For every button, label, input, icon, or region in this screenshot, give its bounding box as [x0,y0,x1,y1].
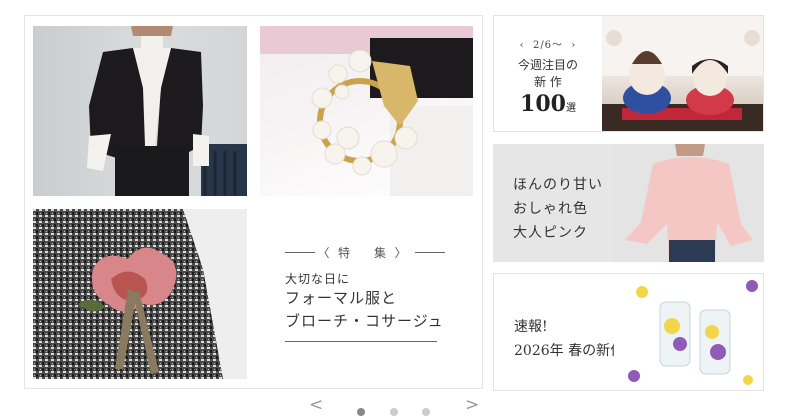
pager-dot-2[interactable] [390,408,398,416]
pager-dot-1[interactable] [357,408,365,416]
hina-dolls-drawing [602,16,763,131]
feature-title-line1: フォーマル服と [285,289,398,307]
label-bracket-right: 〉 [394,246,413,260]
next-arrow-icon[interactable]: > [465,395,479,415]
corsage-image [33,209,247,379]
pink-knit-image [613,144,764,262]
brooch-photo[interactable] [260,26,473,196]
jacket-photo[interactable] [33,26,247,196]
feature-title-line2: ブローチ・コサージュ [285,312,444,330]
pink-card-line1: ほんのり甘い [513,177,603,193]
count-unit: 選 [565,103,576,114]
feature-label: 特 集 [337,246,392,260]
label-rule-left [285,252,315,253]
date-prev-icon: ‹ [519,40,525,51]
corsage-photo[interactable] [33,209,247,379]
new-arrivals-text: ‹ 2/6〜 › 今週注目の 新 作 100選 [494,16,602,131]
new-arrivals-card[interactable]: ‹ 2/6〜 › 今週注目の 新 作 100選 [493,15,764,132]
new-arrivals-line2: 新 作 [534,75,562,89]
jacket-image [87,26,247,196]
feature-underline [285,341,437,342]
prev-arrow-icon[interactable]: < [309,395,323,415]
flower-bottles-drawing [614,274,763,390]
date-range: ‹ 2/6〜 › [494,36,602,51]
feature-label-row: 〈 特 集 〉 [285,244,445,261]
carousel-pager: < > [305,395,485,416]
pager-dot-3[interactable] [422,408,430,416]
spring-news-card[interactable]: 速報! 2026年 春の新作 [493,273,764,391]
spring-news-text: 速報! 2026年 春の新作 [514,315,624,363]
count-number: 100 [520,91,566,117]
new-arrivals-line1: 今週注目の [517,58,578,72]
pink-card-line2: おしゃれ色 [513,201,588,217]
label-bracket-left: 〈 [317,246,336,260]
flower-bottles-image [614,274,763,390]
date-label: 2/6〜 [532,40,564,51]
feature-text-block[interactable]: 〈 特 集 〉 大切な日に フォーマル服と ブローチ・コサージュ [285,244,445,354]
pink-feature-card[interactable]: ほんのり甘い おしゃれ色 大人ピンク [493,144,764,262]
spring-news-line2: 2026年 春の新作 [514,343,625,359]
pink-knit-drawing [613,144,764,262]
label-rule-right [414,252,445,253]
hina-dolls-image [602,16,763,131]
spring-news-line1: 速報! [514,319,548,335]
pink-card-text: ほんのり甘い おしゃれ色 大人ピンク [513,173,603,245]
brooch-image [260,26,473,196]
feature-subtitle: 大切な日に [285,272,351,286]
date-next-icon: › [571,40,577,51]
new-arrivals-count: 100選 [494,91,602,117]
pink-card-line3: 大人ピンク [513,225,588,241]
